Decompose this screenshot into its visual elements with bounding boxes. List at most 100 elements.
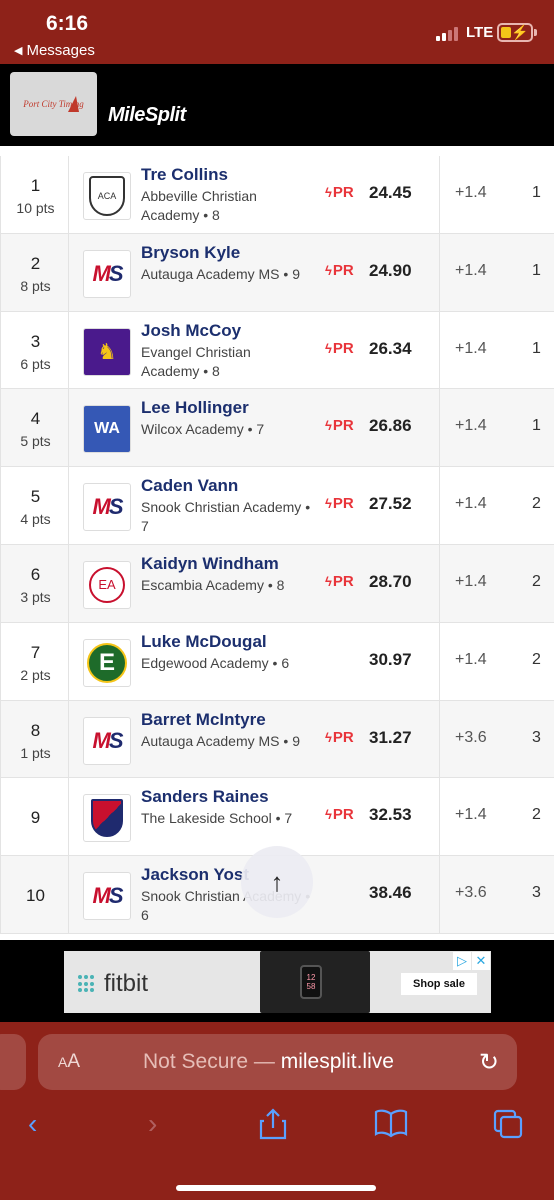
team-logo[interactable]: MS [83,483,131,532]
place-cell: 7 2 pts [0,622,69,700]
lightning-icon: ϟ [325,729,332,745]
pr-badge: ϟ PR [325,573,354,590]
team-grade[interactable]: Evangel Christian Academy • 8 [141,343,311,381]
fitbit-ad[interactable]: fitbit 12 58 Shop sale ▷ ✕ [64,951,491,1013]
pr-badge: ϟ PR [325,729,354,746]
team-grade[interactable]: Autauga Academy MS • 9 [141,265,311,284]
result-row[interactable]: 9 Sanders Raines The Lakeside School • 7 ϟP… [0,778,554,857]
result-mark: 38.46 [369,883,412,903]
close-ad-icon[interactable]: ✕ [472,952,490,970]
home-indicator[interactable] [176,1185,376,1191]
place-cell: 9 [0,778,69,856]
athlete-cell: Caden Vann Snook Christian Academy • 7 [141,476,311,536]
heat-number: 2 [532,650,541,668]
heat-number: 1 [532,184,541,201]
fitness-band-image: 12 58 [260,951,370,1013]
wind-reading: +1.4 [455,572,487,590]
team-logo[interactable]: EA [83,560,131,609]
url-text[interactable]: Not Secure — milesplit.live [143,1050,394,1074]
team-logo[interactable] [83,794,131,843]
athlete-cell: Barret McIntyre Autauga Academy MS • 9 [141,710,311,751]
column-divider [439,778,440,856]
wind-reading: +1.4 [455,806,487,824]
result-row[interactable]: 36 pts ♞ Josh McCoy Evangel Christian Acade… [0,311,554,390]
athlete-cell: Kaidyn Windham Escambia Academy • 8 [141,554,311,595]
team-logo[interactable]: ACA [83,172,131,220]
milesplit-logo[interactable]: MileSplit [108,104,186,127]
wind-reading: +1.4 [455,184,487,201]
athlete-cell: Bryson Kyle Autauga Academy MS • 9 [141,243,311,284]
team-points: 2 pts [20,666,51,683]
athlete-name-link[interactable]: Lee Hollinger [141,398,311,418]
athlete-name-link[interactable]: Barret McIntyre [141,710,311,730]
ad-choices[interactable]: ▷ ✕ [453,952,490,970]
team-logo[interactable]: MS [83,716,131,765]
athlete-name-link[interactable]: Sanders Raines [141,787,311,807]
forward-icon[interactable]: › [148,1108,157,1140]
bookmarks-icon[interactable] [374,1108,408,1145]
team-grade[interactable]: Autauga Academy MS • 9 [141,732,311,751]
back-to-messages-button[interactable]: ◀ Messages [14,42,95,59]
site-header: Port City Timing MileSplit [0,64,554,146]
result-row[interactable]: 2 8 pts M S Bryson Kyle Autauga Academy MS • … [0,233,554,312]
url-domain: milesplit.live [280,1050,394,1073]
team-grade[interactable]: Snook Christian Academy • 7 [141,498,311,536]
athlete-name-link[interactable]: Josh McCoy [141,321,311,341]
team-logo[interactable]: E [83,638,131,687]
heat-number: 2 [532,572,541,590]
team-grade[interactable]: Wilcox Academy • 7 [141,420,311,439]
place-number: 1 [30,176,41,195]
back-triangle-icon: ◀ [14,45,23,57]
team-points: 6 pts [20,355,51,372]
heat-number: 1 [532,339,541,357]
previous-tab[interactable] [0,1034,26,1090]
result-row[interactable]: 4 5 pts WA Lee Hollinger Wilcox Academy • 7 ϟ… [0,389,554,468]
adchoices-icon[interactable]: ▷ [453,952,471,970]
reload-icon[interactable]: ↻ [479,1048,499,1077]
pr-label: PR [332,495,354,513]
place-cell: 4 5 pts [0,389,69,467]
result-mark: 27.52 [369,494,412,514]
result-row[interactable]: 6 3 pts EA Kaidyn Windham Escambia Academy •… [0,544,554,623]
athlete-name-link[interactable]: Kaidyn Windham [141,554,311,574]
team-logo[interactable]: ♞ [83,327,131,376]
shop-sale-button[interactable]: Shop sale [401,973,477,995]
share-icon[interactable] [258,1108,288,1147]
team-logo[interactable]: MS [83,872,131,921]
result-row[interactable]: 8 1 pts M S Barret McIntyre Autauga Academy M… [0,700,554,779]
tabs-icon[interactable] [492,1108,524,1147]
column-divider [439,233,440,311]
team-logo[interactable]: MS [83,249,131,298]
back-icon[interactable]: ‹ [28,1108,37,1140]
result-row[interactable]: 54 pts M S Caden Vann Snook Christian Academ… [0,467,554,545]
column-divider [439,856,440,933]
pr-badge: ϟ PR [325,417,354,434]
result-mark: 31.27 [369,727,412,747]
sponsor-logo[interactable]: Port City Timing [10,72,97,136]
pr-badge: ϟ PR [325,184,354,201]
team-grade[interactable]: The Lakeside School • 7 [141,809,311,828]
team-points: 5 pts [20,433,51,450]
scroll-to-top-button[interactable]: ↑ [241,846,313,918]
place-number: 8 [30,720,41,740]
athlete-name-link[interactable]: Luke McDougal [141,632,311,652]
wind-reading: +1.4 [455,650,487,668]
address-bar[interactable]: AA Not Secure — milesplit.live ↻ [38,1034,517,1090]
network-type: LTE [466,24,494,41]
reader-options-button[interactable]: AA [58,1051,80,1073]
place-cell: 2 8 pts [0,233,69,311]
athlete-name-link[interactable]: Tre Collins [141,165,311,185]
result-row[interactable]: 1 10 pts ACA Tre Collins Abbeville Christian… [0,156,554,234]
team-grade[interactable]: Edgewood Academy • 6 [141,654,311,673]
team-grade[interactable]: Abbeville Christian Academy • 8 [141,187,311,225]
team-grade[interactable]: Escambia Academy • 8 [141,576,311,595]
result-row[interactable]: 7 2 pts E Luke McDougal Edgewood Academy • 6… [0,622,554,701]
heat-number: 3 [532,728,541,746]
team-logo[interactable]: WA [83,405,131,454]
athlete-name-link[interactable]: Bryson Kyle [141,243,311,263]
team-points: 3 pts [20,588,51,605]
athlete-name-link[interactable]: Caden Vann [141,476,311,496]
place-cell: 3 6 pts [0,311,69,389]
pr-label: PR [332,261,354,279]
place-number: 6 [30,564,41,584]
